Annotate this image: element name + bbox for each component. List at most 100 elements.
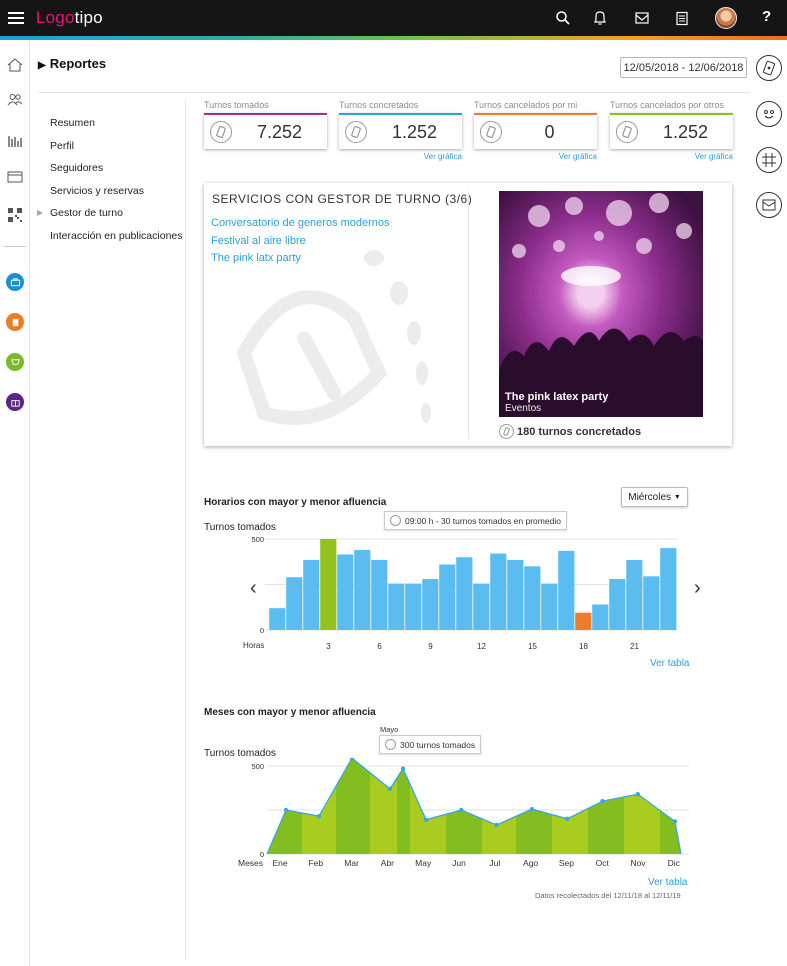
header-divider — [38, 92, 750, 93]
kpi-box: 0 — [474, 113, 597, 149]
data-point — [600, 799, 605, 804]
accent-strip — [0, 36, 787, 40]
nav-item-gestor-de-turno[interactable]: Gestor de turno — [37, 206, 185, 229]
user-avatar[interactable] — [715, 7, 737, 29]
x-tick-label: 3 — [326, 642, 331, 651]
bell-icon[interactable] — [591, 9, 609, 27]
emoji-tool-icon[interactable] — [756, 101, 782, 127]
kpi-box: 7.252 — [204, 113, 327, 149]
services-card-title: SERVICIOS CON GESTOR DE TURNO (3/6) — [212, 192, 473, 206]
ticket-icon — [499, 424, 514, 439]
users-icon[interactable] — [6, 91, 24, 109]
x-tick-label: Sep — [559, 858, 574, 868]
kpi-box: 1.252 — [610, 113, 733, 149]
bar — [371, 559, 388, 630]
chevron-down-icon: ▼ — [673, 493, 681, 501]
mail-icon[interactable] — [633, 9, 651, 27]
bar — [524, 566, 541, 630]
x-tick-label: Jun — [452, 858, 466, 868]
ver-grafica-link[interactable]: Ver gráfica — [474, 152, 597, 161]
app-briefcase-icon[interactable] — [6, 273, 24, 291]
message-tool-icon[interactable] — [756, 192, 782, 218]
area-band — [660, 810, 681, 854]
menu-icon[interactable] — [8, 9, 24, 25]
x-tick-label: May — [415, 858, 432, 868]
report-nav: Resumen Perfil Seguidores Servicios y re… — [37, 116, 185, 252]
data-point — [400, 766, 406, 771]
calendar-icon[interactable] — [673, 9, 691, 27]
ver-grafica-link[interactable]: Ver gráfica — [339, 152, 462, 161]
months-tooltip: 300 turnos tomados — [379, 735, 482, 754]
qr-code-icon[interactable] — [6, 206, 24, 224]
area-band — [267, 810, 302, 854]
x-axis-label: Meses — [238, 858, 263, 868]
expand-triangle-icon: ▶ — [38, 60, 46, 71]
card-divider — [468, 191, 469, 439]
y-tick-label: 0 — [260, 626, 264, 635]
kpi-turnos-tomados: Turnos tomados 7.252 — [204, 100, 327, 149]
top-bar: Logotipo ? — [0, 0, 787, 36]
y-tick-label: 500 — [251, 762, 264, 771]
kpi-value: 1.252 — [662, 121, 709, 142]
date-range-picker[interactable]: 12/05/2018 - 12/06/2018 — [620, 57, 747, 78]
ticket-tool-icon[interactable] — [756, 55, 782, 81]
sidebar-divider — [4, 246, 26, 247]
nav-item-seguidores[interactable]: Seguidores — [50, 161, 185, 184]
logo[interactable]: Logotipo — [36, 8, 103, 28]
months-ver-tabla-link[interactable]: Ver tabla — [648, 877, 687, 888]
nav-item-servicios[interactable]: Servicios y reservas — [50, 184, 185, 207]
concert-photo — [499, 193, 703, 417]
hours-tooltip: 09:00 h - 30 turnos tomados en promedio — [384, 511, 567, 530]
data-point — [565, 816, 570, 821]
page-title: ▶ Reportes — [38, 56, 107, 71]
app-shopping-icon[interactable] — [6, 353, 24, 371]
service-link[interactable]: Festival al aire libre — [211, 235, 390, 253]
data-point — [283, 807, 289, 813]
search-icon[interactable] — [554, 9, 572, 27]
ver-grafica-link[interactable]: Ver gráfica — [610, 152, 733, 161]
kpi-value: 1.252 — [391, 121, 438, 142]
nav-item-perfil[interactable]: Perfil — [50, 139, 185, 162]
ticket-icon — [480, 121, 502, 143]
x-tick-label: 21 — [630, 642, 639, 651]
area-band — [336, 758, 370, 854]
area-band — [397, 768, 410, 854]
app-document-icon[interactable] — [6, 313, 24, 331]
nav-item-interaccion[interactable]: Interacción en publicaciones — [50, 229, 185, 252]
bar — [592, 604, 609, 630]
service-link[interactable]: Conversatorio de generos modernos — [211, 217, 390, 235]
area-band — [624, 794, 660, 854]
area-band — [552, 808, 588, 854]
next-arrow-icon[interactable]: › — [694, 577, 701, 600]
ticket-icon — [390, 515, 401, 526]
featured-event-image[interactable]: The pink latex party Eventos — [499, 191, 703, 417]
reports-icon[interactable] — [6, 132, 24, 150]
x-tick-label: Ene — [272, 858, 287, 868]
kpi-box: 1.252 — [339, 113, 462, 149]
nav-item-resumen[interactable]: Resumen — [50, 116, 185, 139]
bar — [320, 539, 337, 630]
service-link[interactable]: The pink latx party — [211, 252, 390, 270]
data-point — [635, 791, 640, 797]
home-icon[interactable] — [6, 56, 24, 74]
bar — [303, 559, 320, 630]
hours-section-title: Horarios con mayor y menor afluencia — [204, 497, 387, 508]
hours-bar-chart: 0 500 Horas 3 6 9 12 15 18 21 — [243, 535, 677, 651]
data-point — [423, 817, 429, 822]
hours-ver-tabla-link[interactable]: Ver tabla — [650, 658, 689, 669]
months-section-title: Meses con mayor y menor afluencia — [204, 707, 376, 718]
bar — [439, 564, 456, 630]
bar — [609, 579, 626, 630]
grid-tool-icon[interactable] — [756, 147, 782, 173]
bar — [405, 583, 422, 630]
x-tick-label: 9 — [428, 642, 433, 651]
bar — [507, 559, 524, 630]
x-tick-label: 18 — [579, 642, 588, 651]
kpi-cancelados-por-mi: Turnos cancelados por mi 0 Ver gráfica — [474, 100, 597, 161]
card-icon[interactable] — [6, 168, 24, 186]
data-point — [494, 822, 499, 828]
help-icon[interactable]: ? — [762, 8, 771, 25]
bar — [660, 548, 677, 630]
app-gift-icon[interactable] — [6, 393, 24, 411]
day-select[interactable]: Miércoles ▼ — [621, 487, 688, 507]
